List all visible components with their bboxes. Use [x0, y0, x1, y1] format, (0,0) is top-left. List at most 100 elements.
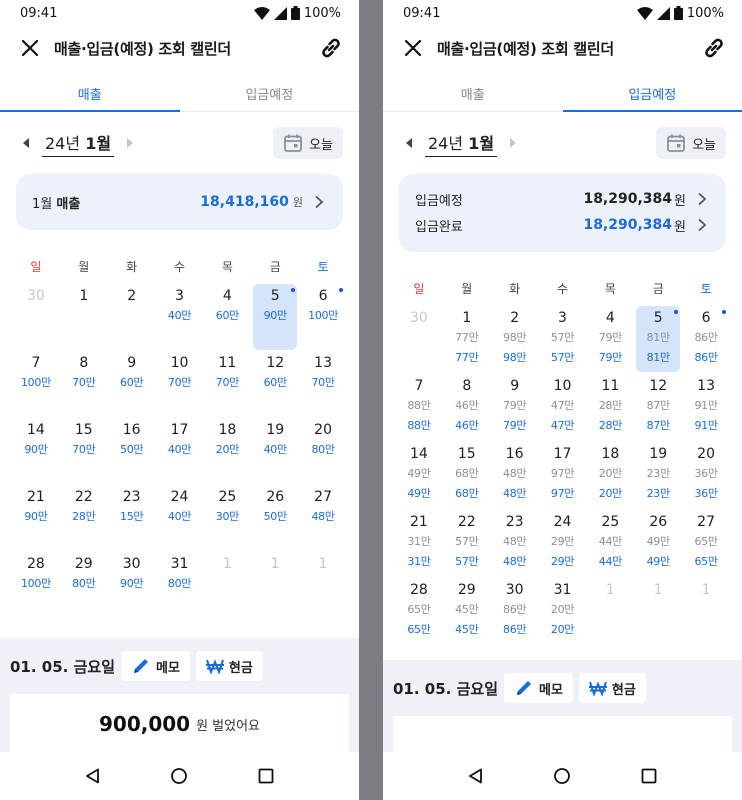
calendar-day[interactable]: 25 44만 44만 [586, 510, 634, 576]
calendar-day[interactable]: 24 29만 29만 [539, 510, 587, 576]
calendar-day[interactable]: 3 57만 57만 [539, 306, 587, 372]
prev-month-button[interactable] [399, 133, 419, 153]
tab-expected-deposit[interactable]: 입금예정 [562, 76, 742, 112]
calendar-day[interactable]: 23 48만 48만 [491, 510, 539, 576]
calendar-day[interactable]: 19 40만 [251, 418, 299, 484]
calendar-day[interactable]: 30 86만 86만 [491, 578, 539, 644]
calendar-day[interactable]: 30 [12, 284, 60, 350]
calendar-day[interactable]: 1 [586, 578, 634, 644]
calendar-day[interactable]: 27 48만 [299, 485, 347, 551]
calendar-day[interactable]: 9 79만 79만 [491, 374, 539, 440]
calendar-day[interactable]: 21 31만 31만 [395, 510, 443, 576]
today-button[interactable]: 오늘 [656, 127, 726, 159]
calendar-day[interactable]: 20 36만 36만 [682, 442, 730, 508]
back-button[interactable] [81, 764, 105, 788]
calendar-day[interactable]: 12 87만 87만 [634, 374, 682, 440]
completed-deposit-row[interactable]: 입금완료 18,290,384 원 [415, 212, 708, 238]
calendar-day[interactable]: 13 91만 91만 [682, 374, 730, 440]
next-month-button[interactable] [503, 133, 523, 153]
calendar-day[interactable]: 16 50만 [108, 418, 156, 484]
calendar-day[interactable]: 11 70만 [203, 351, 251, 417]
calendar-day[interactable]: 22 57만 57만 [443, 510, 491, 576]
calendar-day[interactable]: 18 20만 20만 [586, 442, 634, 508]
calendar-day[interactable]: 10 47만 47만 [539, 374, 587, 440]
close-icon[interactable] [20, 38, 40, 58]
calendar-day[interactable]: 17 97만 97만 [539, 442, 587, 508]
recents-button[interactable] [637, 764, 661, 788]
today-button[interactable]: 오늘 [273, 127, 343, 159]
calendar-day[interactable]: 2 98만 98만 [491, 306, 539, 372]
day-amount: 77만 [455, 351, 479, 364]
prev-month-button[interactable] [16, 133, 36, 153]
calendar-day[interactable]: 18 20만 [203, 418, 251, 484]
calendar-day-selected[interactable]: 5 90만 [251, 284, 299, 350]
memo-button[interactable]: 메모 [121, 651, 190, 681]
home-button[interactable] [550, 764, 574, 788]
link-button[interactable] [317, 34, 345, 62]
calendar-day[interactable]: 12 60만 [251, 351, 299, 417]
calendar-day[interactable]: 6 100만 [299, 284, 347, 350]
calendar-day[interactable]: 26 49만 49만 [634, 510, 682, 576]
calendar-day[interactable]: 7 88만 88만 [395, 374, 443, 440]
calendar-day[interactable]: 7 100만 [12, 351, 60, 417]
calendar-day[interactable]: 8 70만 [60, 351, 108, 417]
calendar-day[interactable]: 8 46만 46만 [443, 374, 491, 440]
calendar-day[interactable]: 4 60만 [203, 284, 251, 350]
tab-sales[interactable]: 매출 [0, 76, 180, 112]
calendar-day[interactable]: 4 79만 79만 [586, 306, 634, 372]
monthly-sales-summary[interactable]: 1월 매출 18,418,160 원 [16, 174, 343, 230]
calendar-day[interactable]: 29 80만 [60, 552, 108, 618]
calendar-day[interactable]: 30 90만 [108, 552, 156, 618]
calendar-day[interactable]: 15 68만 68만 [443, 442, 491, 508]
close-icon[interactable] [403, 38, 423, 58]
calendar-day[interactable]: 1 [634, 578, 682, 644]
expected-deposit-row[interactable]: 입금예정 18,290,384 원 [415, 186, 708, 212]
cash-button[interactable]: 현금 [195, 651, 263, 681]
memo-button[interactable]: 메모 [504, 673, 573, 703]
calendar-day[interactable]: 16 48만 48만 [491, 442, 539, 508]
calendar-day[interactable]: 1 [60, 284, 108, 350]
calendar-day-selected[interactable]: 5 81만 81만 [634, 306, 682, 372]
calendar-day[interactable]: 3 40만 [156, 284, 204, 350]
cash-button[interactable]: 현금 [578, 673, 646, 703]
month-label[interactable]: 24년 1월 [425, 130, 498, 157]
calendar-day[interactable]: 31 20만 20만 [539, 578, 587, 644]
calendar-day[interactable]: 20 80만 [299, 418, 347, 484]
link-button[interactable] [700, 34, 728, 62]
calendar-day[interactable]: 28 65만 65만 [395, 578, 443, 644]
calendar-day[interactable]: 21 90만 [12, 485, 60, 551]
calendar-day[interactable]: 28 100만 [12, 552, 60, 618]
calendar-day[interactable]: 27 65만 65만 [682, 510, 730, 576]
calendar-day[interactable]: 25 30만 [203, 485, 251, 551]
calendar-day[interactable]: 1 [251, 552, 299, 618]
month-label[interactable]: 24년 1월 [42, 130, 115, 157]
calendar-day[interactable]: 19 23만 23만 [634, 442, 682, 508]
home-button[interactable] [167, 764, 191, 788]
next-month-button[interactable] [120, 133, 140, 153]
calendar-day[interactable]: 11 28만 28만 [586, 374, 634, 440]
calendar-day[interactable]: 15 70만 [60, 418, 108, 484]
calendar-day[interactable]: 30 [395, 306, 443, 372]
calendar-day[interactable]: 1 77만 77만 [443, 306, 491, 372]
calendar-day[interactable]: 9 60만 [108, 351, 156, 417]
calendar-day[interactable]: 14 49만 49만 [395, 442, 443, 508]
tab-expected-deposit[interactable]: 입금예정 [180, 76, 360, 111]
calendar-day[interactable]: 1 [203, 552, 251, 618]
calendar-day[interactable]: 22 28만 [60, 485, 108, 551]
calendar-day[interactable]: 31 80만 [156, 552, 204, 618]
calendar-day[interactable]: 17 40만 [156, 418, 204, 484]
calendar-day[interactable]: 24 40만 [156, 485, 204, 551]
calendar-day[interactable]: 6 86만 86만 [682, 306, 730, 372]
tab-sales[interactable]: 매출 [383, 76, 563, 111]
calendar-day[interactable]: 23 15만 [108, 485, 156, 551]
calendar-day[interactable]: 13 70만 [299, 351, 347, 417]
back-button[interactable] [464, 764, 488, 788]
recents-button[interactable] [254, 764, 278, 788]
calendar-day[interactable]: 29 45만 45만 [443, 578, 491, 644]
calendar-day[interactable]: 10 70만 [156, 351, 204, 417]
calendar-day[interactable]: 1 [299, 552, 347, 618]
calendar-day[interactable]: 2 [108, 284, 156, 350]
calendar-day[interactable]: 1 [682, 578, 730, 644]
calendar-day[interactable]: 14 90만 [12, 418, 60, 484]
calendar-day[interactable]: 26 50만 [251, 485, 299, 551]
